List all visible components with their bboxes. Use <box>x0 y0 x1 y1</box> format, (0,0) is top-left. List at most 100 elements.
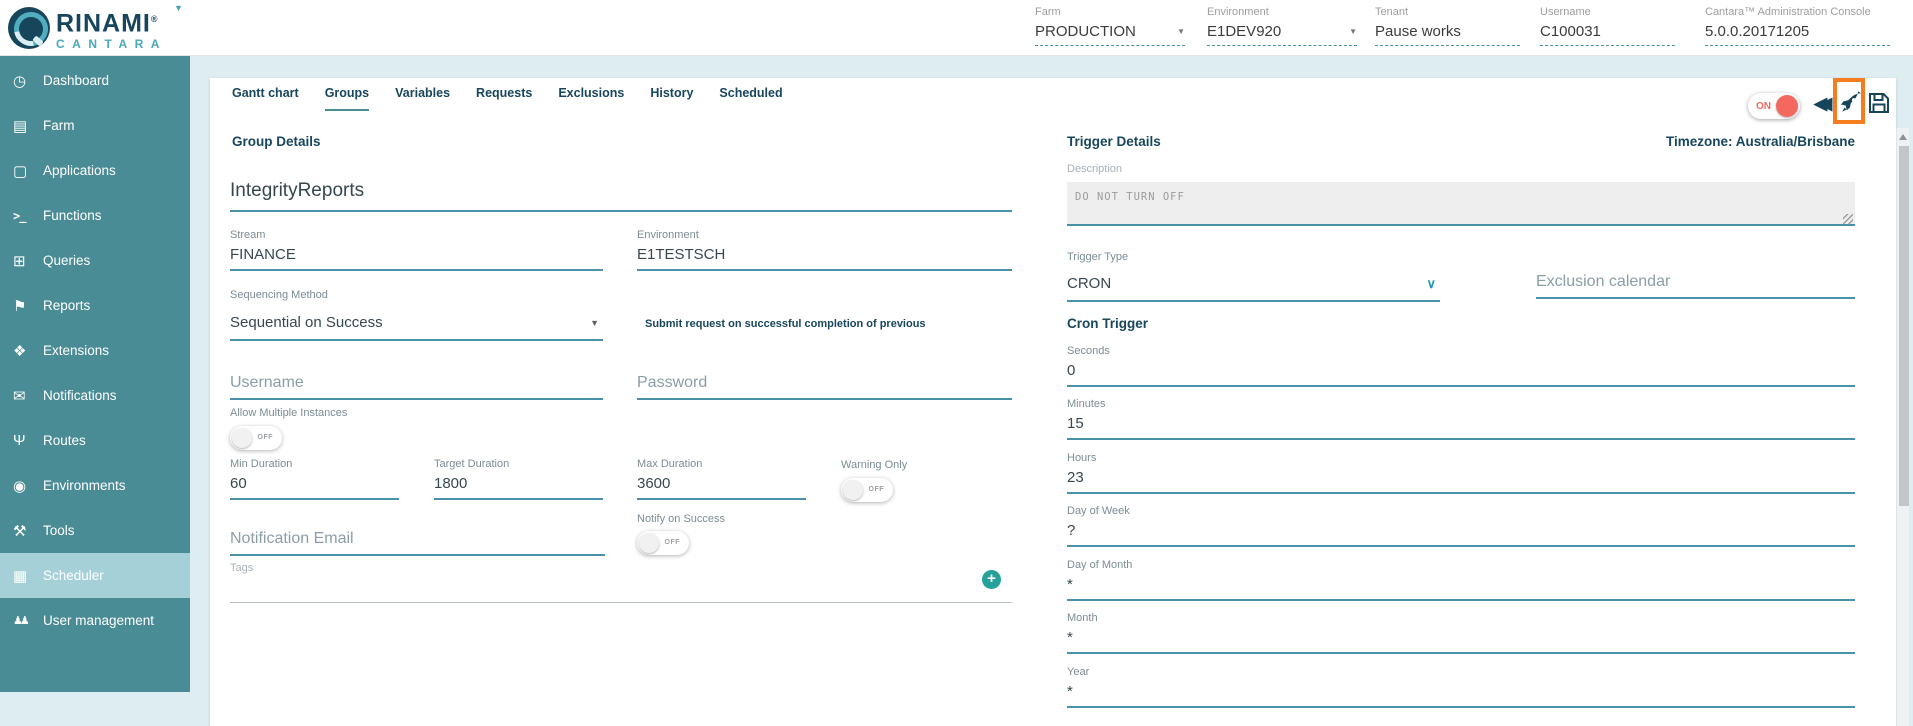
notify-on-success-toggle[interactable]: OFF <box>637 531 689 555</box>
terminal-icon: >_ <box>13 209 43 223</box>
cron-minutes-label: Minutes <box>1067 397 1855 411</box>
allow-multiple-instances-label: Allow Multiple Instances <box>230 406 347 420</box>
vertical-scrollbar[interactable] <box>1896 128 1909 726</box>
sequencing-method-field: Sequencing Method Sequential on Success … <box>230 288 603 341</box>
notify-on-success-label: Notify on Success <box>637 512 725 526</box>
description-label: Description <box>1067 162 1122 176</box>
dropdown-arrow-icon: ▼ <box>1177 27 1185 36</box>
floppy-disk-icon <box>1867 91 1891 115</box>
registered-mark: ® <box>151 14 159 24</box>
cron-minutes-input[interactable] <box>1067 411 1855 440</box>
description-textarea[interactable]: DO NOT TURN OFF <box>1067 182 1855 226</box>
environment-field: Environment E1DEV920 ▼ <box>1207 5 1357 46</box>
envelope-icon: ✉ <box>13 387 43 405</box>
tab-groups[interactable]: Groups <box>325 86 369 111</box>
tablet-icon: ▢ <box>13 162 43 180</box>
max-duration-input[interactable] <box>637 471 806 500</box>
stream-label: Stream <box>230 228 603 242</box>
sidebar-item-user-management[interactable]: ♟♟ User management <box>0 598 190 643</box>
sidebar-item-functions[interactable]: >_ Functions <box>0 193 190 238</box>
sidebar-item-environments[interactable]: ◉ Environments <box>0 463 190 508</box>
environment-input[interactable] <box>637 242 1012 271</box>
exclusion-calendar-field <box>1536 269 1855 299</box>
cron-day-of-month-input[interactable] <box>1067 572 1855 601</box>
rewind-button[interactable]: ◀◀ <box>1814 94 1824 114</box>
toggle-knob <box>232 428 252 448</box>
warning-only-toggle[interactable]: OFF <box>841 478 893 502</box>
sidebar-item-scheduler[interactable]: ▦ Scheduler <box>0 553 190 598</box>
cron-hours-label: Hours <box>1067 451 1855 465</box>
add-tag-button[interactable]: + <box>982 570 1001 589</box>
tab-variables[interactable]: Variables <box>395 86 450 111</box>
scrollbar-up-arrow[interactable] <box>1899 134 1907 140</box>
brand-subname: CANTARA <box>56 36 167 52</box>
sidebar-item-reports[interactable]: ⚑ Reports <box>0 283 190 328</box>
sidebar-item-routes[interactable]: Ψ Routes <box>0 418 190 463</box>
tenant-label: Tenant <box>1375 5 1520 19</box>
environment-select[interactable]: E1DEV920 ▼ <box>1207 19 1357 46</box>
console-version-field: Cantara™ Administration Console 5.0.0.20… <box>1705 5 1890 46</box>
target-duration-field: Target Duration <box>434 457 603 500</box>
farm-select[interactable]: PRODUCTION ▼ <box>1035 19 1185 46</box>
cron-year-input[interactable] <box>1067 679 1855 708</box>
dashboard-icon: ◷ <box>13 72 43 90</box>
sidebar-item-tools[interactable]: ⚒ Tools <box>0 508 190 553</box>
route-branch-icon: Ψ <box>13 432 43 449</box>
toggle-knob <box>639 533 659 553</box>
allow-multiple-instances-toggle[interactable]: OFF <box>230 426 282 450</box>
target-duration-input[interactable] <box>434 471 603 500</box>
sequencing-helper-text: Submit request on successful completion … <box>645 318 985 331</box>
farm-field: Farm PRODUCTION ▼ <box>1035 5 1185 46</box>
cron-minutes-field: Minutes <box>1067 397 1855 440</box>
trigger-details-title: Trigger Details <box>1067 134 1161 149</box>
cron-day-of-week-input[interactable] <box>1067 518 1855 547</box>
stream-field: Stream <box>230 228 603 271</box>
group-enabled-toggle[interactable]: ON <box>1748 93 1800 119</box>
tab-history[interactable]: History <box>650 86 693 111</box>
brand-caret-icon: ▼ <box>174 3 183 13</box>
warning-only-label: Warning Only <box>841 458 907 472</box>
sequencing-method-select[interactable]: Sequential on Success ▼ <box>230 308 603 341</box>
tab-requests[interactable]: Requests <box>476 86 532 111</box>
cron-month-input[interactable] <box>1067 625 1855 654</box>
console-version-label: Cantara™ Administration Console <box>1705 5 1890 19</box>
cron-year-label: Year <box>1067 665 1855 679</box>
notification-email-input[interactable] <box>230 526 605 556</box>
console-version-row: 5.0.0.20171205 <box>1705 19 1890 46</box>
cron-day-of-week-field: Day of Week <box>1067 504 1855 547</box>
scrollbar-thumb[interactable] <box>1899 146 1909 506</box>
save-button[interactable] <box>1867 91 1891 120</box>
sidebar-item-applications[interactable]: ▢ Applications <box>0 148 190 193</box>
launch-rocket-button[interactable] <box>1839 91 1863 120</box>
brand-logo: RINAMI® ▼ CANTARA <box>8 7 167 52</box>
group-name-field <box>230 178 1012 212</box>
sidebar-item-extensions[interactable]: ❖ Extensions <box>0 328 190 373</box>
trigger-type-select[interactable]: CRON ∨ <box>1067 269 1440 302</box>
group-username-input[interactable] <box>230 370 603 400</box>
sidebar-item-notifications[interactable]: ✉ Notifications <box>0 373 190 418</box>
cron-day-of-month-field: Day of Month <box>1067 558 1855 601</box>
min-duration-input[interactable] <box>230 471 399 500</box>
exclusion-calendar-input[interactable] <box>1536 269 1855 299</box>
dropdown-arrow-icon: ▼ <box>590 318 599 328</box>
sidebar-item-farm[interactable]: ▤ Farm <box>0 103 190 148</box>
tags-input-underline[interactable] <box>230 602 1012 603</box>
farm-label: Farm <box>1035 5 1185 19</box>
flag-icon: ⚑ <box>13 297 43 315</box>
tab-scheduled[interactable]: Scheduled <box>719 86 782 111</box>
group-name-input[interactable] <box>230 178 1012 212</box>
people-icon: ♟♟ <box>13 614 43 627</box>
table-grid-icon: ⊞ <box>13 252 43 270</box>
cron-seconds-input[interactable] <box>1067 358 1855 387</box>
tab-exclusions[interactable]: Exclusions <box>558 86 624 111</box>
stream-input[interactable] <box>230 242 603 271</box>
sidebar-item-queries[interactable]: ⊞ Queries <box>0 238 190 283</box>
cron-hours-input[interactable] <box>1067 465 1855 494</box>
tab-gantt-chart[interactable]: Gantt chart <box>232 86 299 111</box>
cron-day-of-week-label: Day of Week <box>1067 504 1855 518</box>
tenant-value-row: Pause works <box>1375 19 1520 46</box>
sidebar-item-dashboard[interactable]: ◷ Dashboard <box>0 58 190 103</box>
timezone-text: Timezone: Australia/Brisbane <box>1455 134 1855 149</box>
group-password-input[interactable] <box>637 370 1012 400</box>
environment-value: E1DEV920 <box>1207 23 1281 40</box>
